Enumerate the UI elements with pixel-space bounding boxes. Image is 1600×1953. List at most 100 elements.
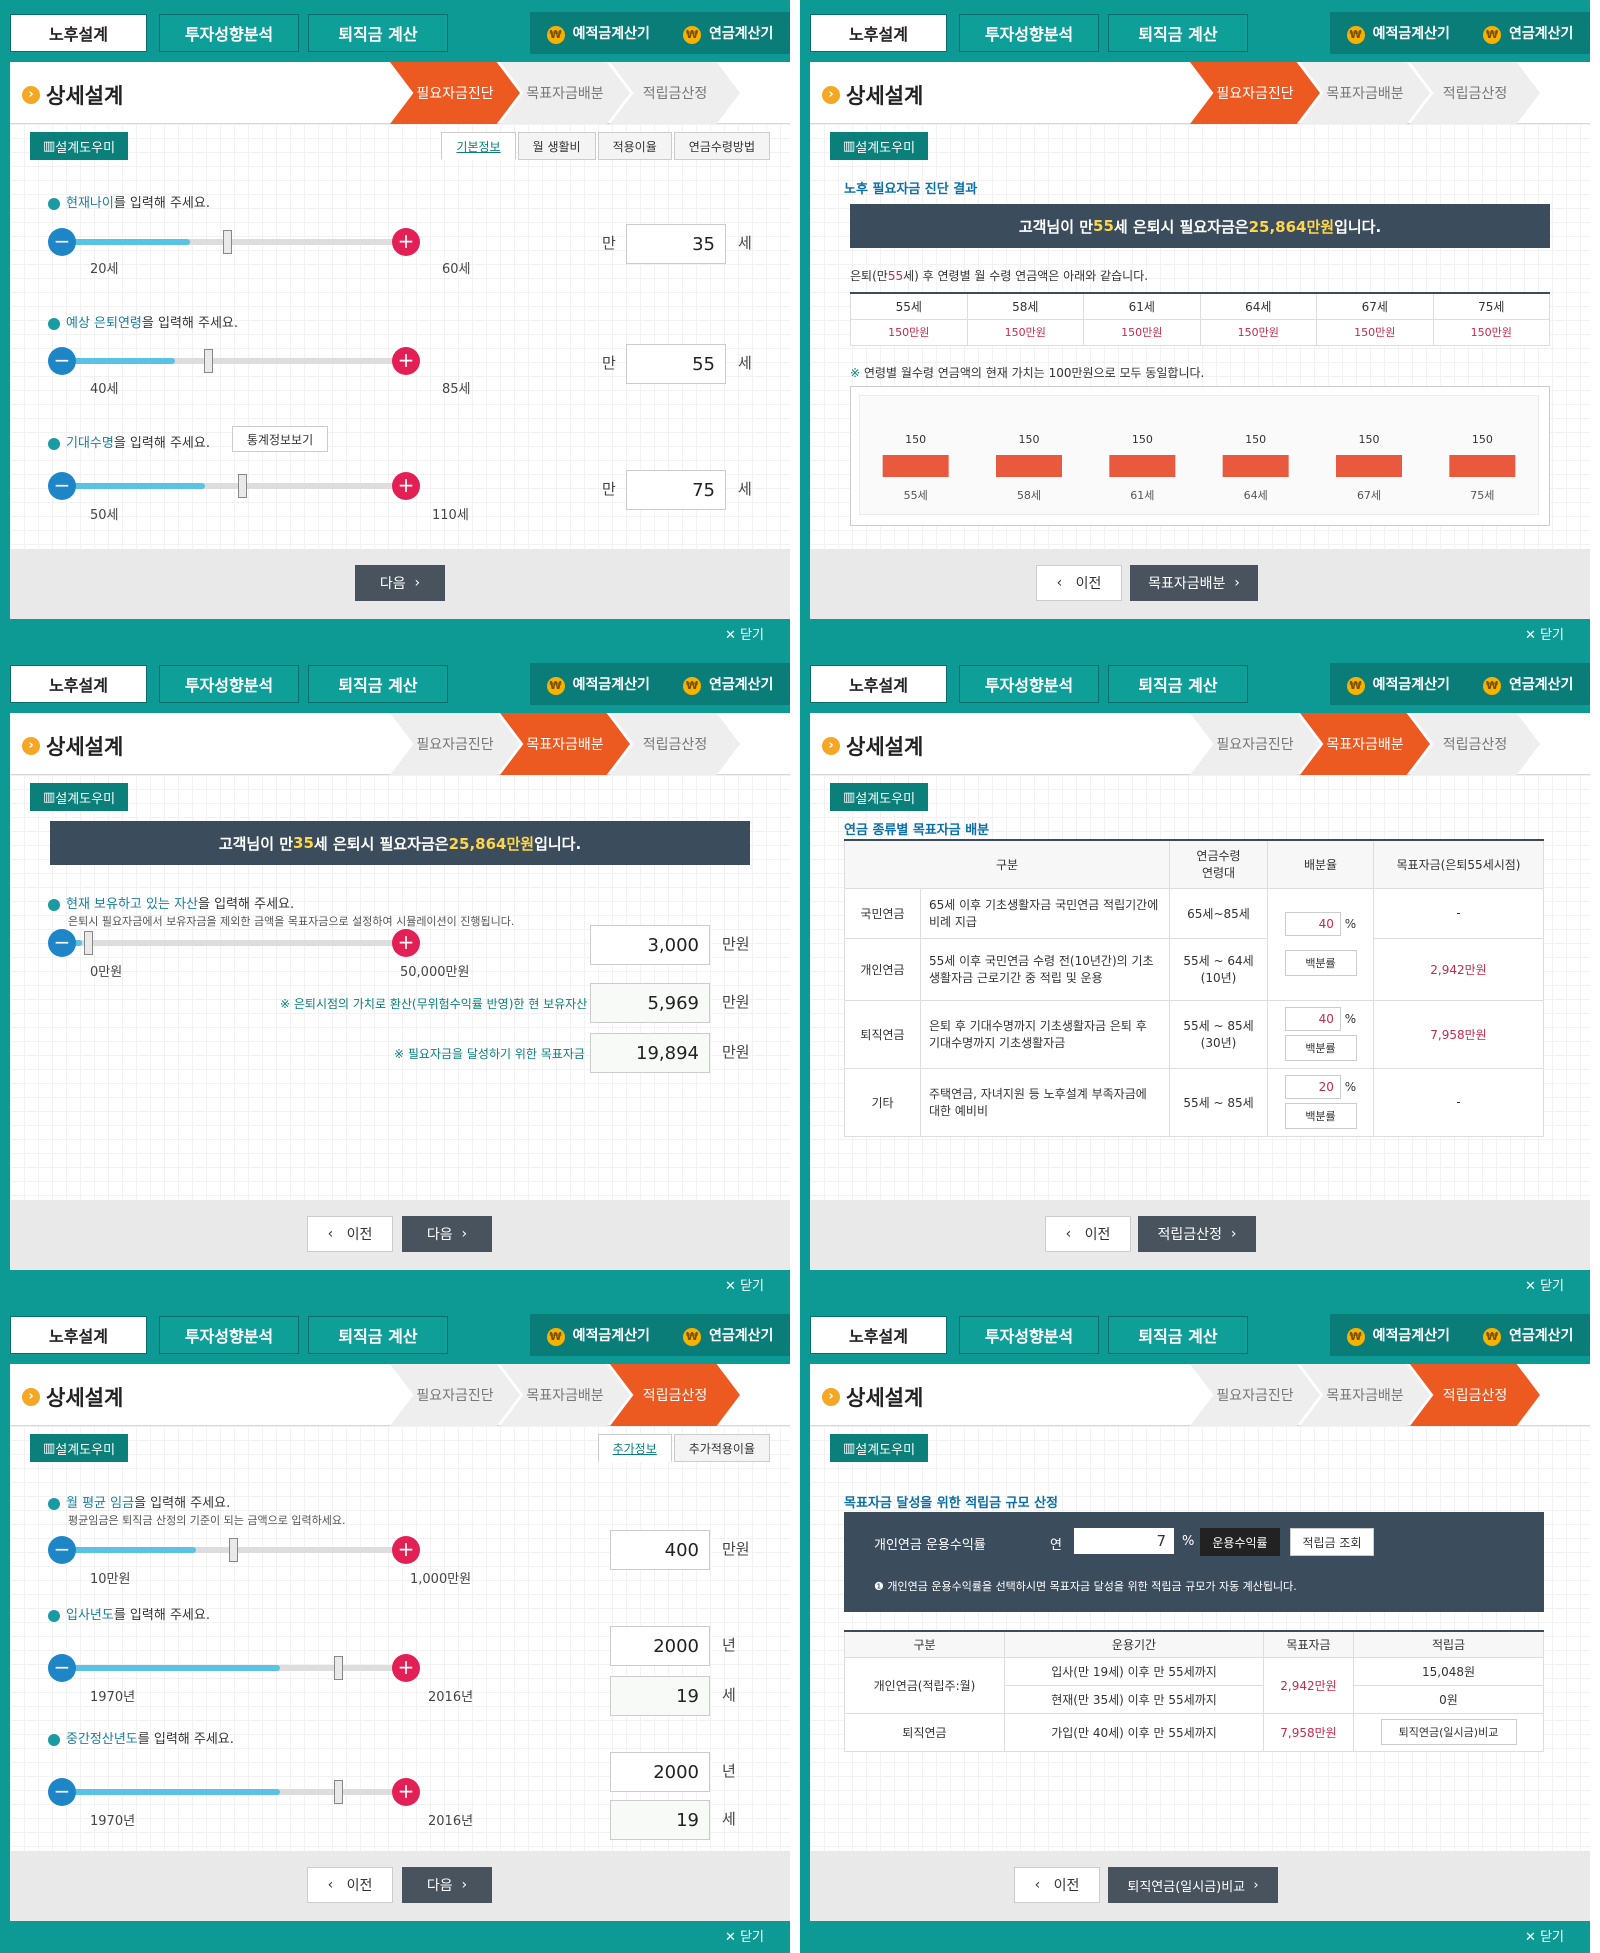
tab-severance-calc[interactable]: 퇴직금 계산: [308, 1316, 448, 1354]
prev-button[interactable]: ‹ 이전: [1036, 565, 1122, 601]
slider-handle[interactable]: [334, 1780, 343, 1804]
helper-button[interactable]: ▥ 설계도우미: [30, 783, 128, 811]
step-need-diagnosis[interactable]: 필요자금진단: [390, 1364, 520, 1426]
pension-calc-link[interactable]: ₩ 연금계산기: [1483, 1325, 1573, 1346]
prev-button[interactable]: ‹ 이전: [1045, 1216, 1131, 1252]
tab-severance-calc[interactable]: 퇴직금 계산: [1108, 1316, 1248, 1354]
minus-icon[interactable]: −: [48, 1536, 76, 1564]
slider-handle[interactable]: [238, 474, 247, 498]
prev-button[interactable]: ‹ 이전: [307, 1216, 393, 1252]
deposit-calc-link[interactable]: ₩ 예적금계산기: [546, 674, 650, 695]
step-need-diagnosis[interactable]: 필요자금진단: [1190, 1364, 1320, 1426]
rate-select-button[interactable]: 운용수익률: [1200, 1528, 1280, 1556]
subtab-rate[interactable]: 적용이율: [597, 132, 672, 160]
plus-icon[interactable]: +: [392, 1778, 420, 1806]
rate-input[interactable]: 40: [1284, 1007, 1341, 1031]
minus-icon[interactable]: −: [48, 228, 76, 256]
wage-input[interactable]: 400: [610, 1530, 710, 1570]
subtab-additional-rate[interactable]: 추가적용이율: [673, 1434, 770, 1462]
retire-age-slider[interactable]: − +: [48, 347, 420, 375]
close-button[interactable]: ✕ 닫기: [1525, 624, 1564, 643]
step-need-diagnosis[interactable]: 필요자금진단: [390, 62, 520, 124]
deposit-calc-link[interactable]: ₩ 예적금계산기: [1346, 1325, 1450, 1346]
join-year-slider[interactable]: − +: [48, 1654, 420, 1682]
age-slider[interactable]: − +: [48, 228, 420, 256]
deposit-calc-link[interactable]: ₩ 예적금계산기: [1346, 674, 1450, 695]
tab-investment-profile[interactable]: 투자성향분석: [959, 14, 1099, 52]
accumulation-button[interactable]: 적립금산정 ›: [1138, 1216, 1256, 1252]
tab-severance-calc[interactable]: 퇴직금 계산: [1108, 665, 1248, 703]
subtab-additional-info[interactable]: 추가정보: [597, 1434, 672, 1462]
deposit-calc-link[interactable]: ₩ 예적금계산기: [1346, 23, 1450, 44]
plus-icon[interactable]: +: [392, 472, 420, 500]
next-button[interactable]: 다음 ›: [402, 1867, 492, 1903]
percent-button[interactable]: 백분률: [1284, 1035, 1357, 1061]
pension-calc-link[interactable]: ₩ 연금계산기: [1483, 674, 1573, 695]
subtab-basic[interactable]: 기본정보: [441, 132, 516, 160]
life-expectancy-input[interactable]: 75: [626, 470, 726, 510]
settlement-year-input[interactable]: 2000: [610, 1752, 710, 1792]
prev-button[interactable]: ‹ 이전: [1014, 1867, 1100, 1903]
compare-button[interactable]: 퇴직연금(일시금)비교: [1380, 1719, 1517, 1745]
tab-severance-calc[interactable]: 퇴직금 계산: [1108, 14, 1248, 52]
rate-input[interactable]: 7: [1074, 1528, 1174, 1554]
tab-investment-profile[interactable]: 투자성향분석: [959, 1316, 1099, 1354]
view-accumulation-button[interactable]: 적립금 조회: [1290, 1528, 1374, 1556]
close-button[interactable]: ✕ 닫기: [725, 1275, 764, 1294]
step-need-diagnosis[interactable]: 필요자금진단: [1190, 713, 1320, 775]
tab-severance-calc[interactable]: 퇴직금 계산: [308, 14, 448, 52]
close-button[interactable]: ✕ 닫기: [1525, 1926, 1564, 1945]
step-need-diagnosis[interactable]: 필요자금진단: [1190, 62, 1320, 124]
slider-handle[interactable]: [334, 1656, 343, 1680]
minus-icon[interactable]: −: [48, 929, 76, 957]
deposit-calc-link[interactable]: ₩ 예적금계산기: [546, 23, 650, 44]
target-allocation-button[interactable]: 목표자금배분 ›: [1130, 565, 1258, 601]
settlement-year-slider[interactable]: − +: [48, 1778, 420, 1806]
next-button[interactable]: 다음 ›: [402, 1216, 492, 1252]
tab-retirement-plan[interactable]: 노후설계: [810, 1316, 947, 1354]
assets-input[interactable]: 3,000: [590, 925, 710, 965]
helper-button[interactable]: ▥ 설계도우미: [830, 132, 928, 160]
tab-retirement-plan[interactable]: 노후설계: [810, 665, 947, 703]
retire-age-input[interactable]: 55: [626, 344, 726, 384]
minus-icon[interactable]: −: [48, 1654, 76, 1682]
tab-investment-profile[interactable]: 투자성향분석: [959, 665, 1099, 703]
plus-icon[interactable]: +: [392, 929, 420, 957]
minus-icon[interactable]: −: [48, 1778, 76, 1806]
deposit-calc-link[interactable]: ₩ 예적금계산기: [546, 1325, 650, 1346]
slider-handle[interactable]: [84, 931, 93, 955]
tab-investment-profile[interactable]: 투자성향분석: [159, 665, 299, 703]
minus-icon[interactable]: −: [48, 472, 76, 500]
close-button[interactable]: ✕ 닫기: [1525, 1275, 1564, 1294]
plus-icon[interactable]: +: [392, 1654, 420, 1682]
helper-button[interactable]: ▥ 설계도우미: [30, 132, 128, 160]
step-need-diagnosis[interactable]: 필요자금진단: [390, 713, 520, 775]
join-year-input[interactable]: 2000: [610, 1626, 710, 1666]
close-button[interactable]: ✕ 닫기: [725, 1926, 764, 1945]
slider-handle[interactable]: [229, 1538, 238, 1562]
pension-calc-link[interactable]: ₩ 연금계산기: [683, 674, 773, 695]
tab-retirement-plan[interactable]: 노후설계: [10, 1316, 147, 1354]
percent-button[interactable]: 백분률: [1284, 1103, 1357, 1129]
helper-button[interactable]: ▥ 설계도우미: [30, 1434, 128, 1462]
age-input[interactable]: 35: [626, 224, 726, 264]
pension-calc-link[interactable]: ₩ 연금계산기: [683, 1325, 773, 1346]
tab-retirement-plan[interactable]: 노후설계: [10, 665, 147, 703]
plus-icon[interactable]: +: [392, 347, 420, 375]
wage-slider[interactable]: − +: [48, 1536, 420, 1564]
helper-button[interactable]: ▥ 설계도우미: [830, 783, 928, 811]
close-button[interactable]: ✕ 닫기: [725, 624, 764, 643]
plus-icon[interactable]: +: [392, 1536, 420, 1564]
plus-icon[interactable]: +: [392, 228, 420, 256]
minus-icon[interactable]: −: [48, 347, 76, 375]
pension-calc-link[interactable]: ₩ 연금계산기: [683, 23, 773, 44]
pension-calc-link[interactable]: ₩ 연금계산기: [1483, 23, 1573, 44]
tab-investment-profile[interactable]: 투자성향분석: [159, 1316, 299, 1354]
percent-button[interactable]: 백분률: [1284, 950, 1357, 976]
tab-investment-profile[interactable]: 투자성향분석: [159, 14, 299, 52]
subtab-living-cost[interactable]: 월 생활비: [517, 132, 596, 160]
prev-button[interactable]: ‹ 이전: [307, 1867, 393, 1903]
life-expectancy-slider[interactable]: − +: [48, 472, 420, 500]
rate-input[interactable]: 20: [1284, 1075, 1341, 1099]
compare-lumpsum-button[interactable]: 퇴직연금(일시금)비교 ›: [1108, 1867, 1278, 1903]
